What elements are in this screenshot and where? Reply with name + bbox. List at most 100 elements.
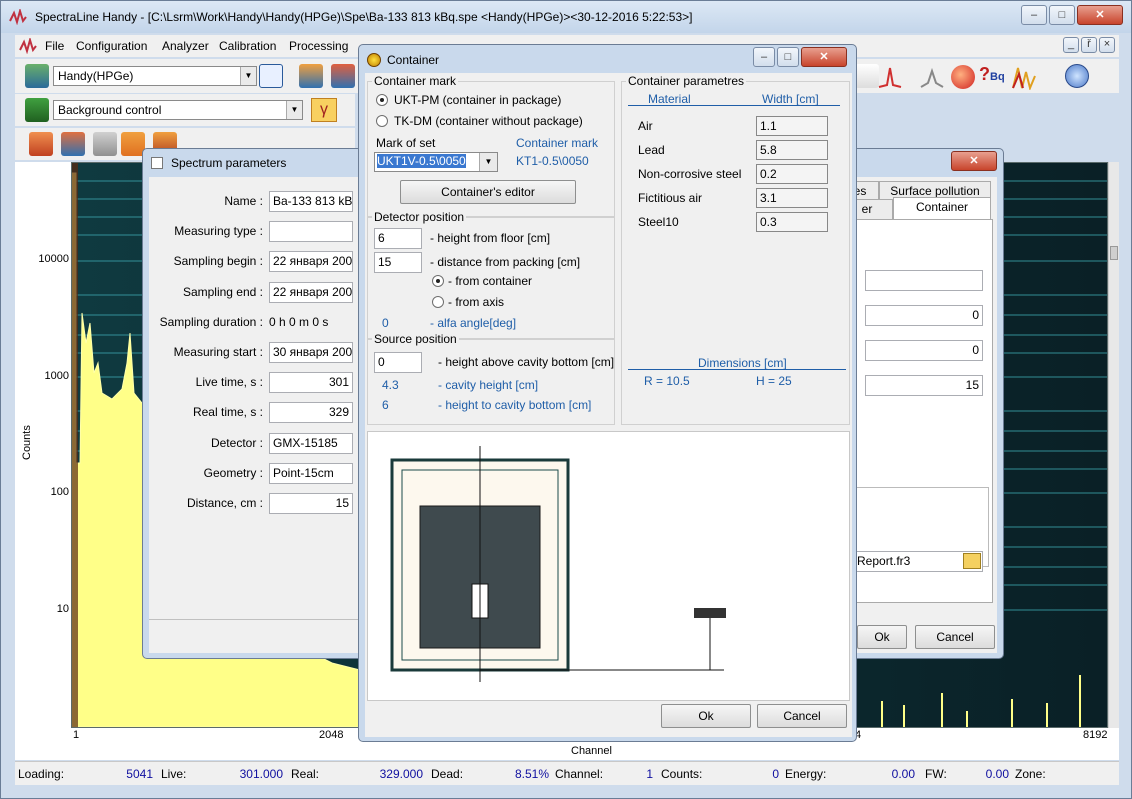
baseline-icon[interactable] (919, 65, 945, 89)
spectrum-param-label: Name : (224, 194, 263, 208)
zone-icon[interactable] (29, 132, 53, 156)
mdi-restore-button[interactable]: ř (1081, 37, 1097, 53)
info-icon[interactable] (1065, 64, 1089, 88)
mark-of-set-combo[interactable]: UKT1V-0.5\0050 ▼ (374, 152, 498, 172)
container-close-button[interactable]: ✕ (801, 47, 847, 67)
device-combo[interactable]: Handy(HPGe) ▼ (53, 66, 257, 86)
container-mark-value: KT1-0.5\0050 (516, 154, 589, 168)
material-width-field[interactable]: 0.2 (756, 164, 828, 184)
spectrum-param-field[interactable]: GMX-15185 (269, 433, 353, 454)
spectrum-param-field[interactable]: 30 января 2007 (269, 342, 353, 363)
folder-open-icon[interactable] (963, 553, 981, 569)
tab-container[interactable]: Container (893, 197, 991, 219)
height-from-floor-input[interactable]: 6 (374, 228, 422, 249)
spectrum-param-field[interactable]: 22 января 2007 (269, 251, 353, 272)
radio-tk-dm[interactable] (376, 115, 388, 127)
list-icon[interactable] (259, 64, 283, 88)
radio-from-container[interactable] (432, 275, 444, 287)
right-field-2[interactable]: 0 (865, 305, 983, 326)
x-axis-label: Channel (571, 745, 612, 757)
spectrum-param-field[interactable]: 301 (269, 372, 353, 393)
y-axis-label: Counts (21, 425, 33, 460)
spectrum-param-label: Sampling duration : (159, 315, 263, 329)
spectrum-param-field[interactable]: Point-15cm (269, 463, 353, 484)
material-name: Non-corrosive steel (638, 167, 742, 181)
source-position-group-title: Source position (372, 332, 459, 346)
status-dead-label: Dead: (431, 767, 464, 781)
zone-list-icon[interactable] (61, 132, 85, 156)
container-parametres-group-title: Container parametres (626, 74, 747, 88)
maximize-button[interactable]: □ (1049, 5, 1075, 25)
spectrum-param-label: Live time, s : (195, 375, 263, 389)
main-window: SpectraLine Handy - [C:\Lsrm\Work\Handy\… (0, 0, 1132, 799)
spectrum-param-label: Sampling begin : (173, 254, 263, 268)
status-counts-label: Counts: (661, 767, 703, 781)
plot-scroll-thumb[interactable] (1110, 246, 1118, 260)
status-zone-label: Zone: (1015, 767, 1046, 781)
toolbar-row-2: Background control ▼ γ (15, 94, 355, 126)
peak-icon[interactable] (877, 65, 903, 89)
height-above-cavity-input[interactable]: 0 (374, 352, 422, 373)
material-width-field[interactable]: 1.1 (756, 116, 828, 136)
open-spectrum-icon[interactable] (299, 64, 323, 88)
height-from-floor-label: - height from floor [cm] (430, 231, 551, 245)
mdi-logo-icon (19, 38, 37, 54)
y-tick-10: 10 (56, 603, 69, 615)
mdi-close-button[interactable]: × (1099, 37, 1115, 53)
y-tick-1000: 1000 (44, 370, 69, 382)
spectrum-param-label: Measuring start : (173, 345, 263, 359)
menu-configuration[interactable]: Configuration (76, 39, 147, 53)
status-dead-value: 8.51% (514, 767, 549, 781)
right-field-3[interactable]: 0 (865, 340, 983, 361)
radio-ukt-pm[interactable] (376, 94, 388, 106)
material-width-field[interactable]: 5.8 (756, 140, 828, 160)
status-energy-value: 0.00 (891, 767, 915, 781)
right-field-4[interactable]: 15 (865, 375, 983, 396)
spectrum-param-field[interactable] (269, 221, 353, 242)
mode-combo[interactable]: Background control ▼ (53, 100, 303, 120)
spectrum-param-field[interactable]: 15 (269, 493, 353, 514)
activity-icon[interactable]: ?Bq (979, 64, 1005, 85)
save-spectrum-icon[interactable] (331, 64, 355, 88)
material-width-field[interactable]: 0.3 (756, 212, 828, 232)
dialog-window-icon (151, 157, 163, 169)
plot-scrollbar[interactable] (1108, 162, 1119, 728)
gamma-button[interactable]: γ (311, 98, 337, 122)
status-energy-label: Energy: (785, 767, 827, 781)
device-icon[interactable] (25, 64, 49, 88)
spectrum-param-field[interactable]: 329 (269, 402, 353, 423)
menu-calibration[interactable]: Calibration (219, 39, 276, 53)
container-mark-group-title: Container mark (372, 74, 459, 88)
radio-tk-dm-label: TK-DM (container without package) (394, 114, 583, 128)
spectrum-parameters-close-button[interactable]: ✕ (951, 151, 997, 171)
background-control-icon[interactable] (25, 98, 49, 122)
status-real-label: Real: (291, 767, 320, 781)
menu-processing[interactable]: Processing (289, 39, 348, 53)
spectrum-param-field[interactable]: 22 января 2007 (269, 282, 353, 303)
menu-analyzer[interactable]: Analyzer (162, 39, 209, 53)
spectrum-parameters-cancel-button[interactable]: Cancel (915, 625, 995, 649)
radio-from-axis[interactable] (432, 296, 444, 308)
zoom-icon[interactable] (855, 64, 879, 88)
zone-gray-icon[interactable] (93, 132, 117, 156)
nuclide-icon[interactable] (951, 65, 975, 89)
spectrum-param-label: Real time, s : (192, 405, 263, 419)
container-maximize-button[interactable]: □ (777, 47, 799, 67)
spectrum-param-field[interactable]: Ba-133 813 kBq (269, 191, 353, 212)
spectrum-compare-icon[interactable] (1011, 64, 1039, 90)
material-header: Material (648, 92, 691, 106)
container-cancel-button[interactable]: Cancel (757, 704, 847, 728)
minimize-button[interactable]: – (1021, 5, 1047, 25)
container-ok-button[interactable]: Ok (661, 704, 751, 728)
mdi-minimize-button[interactable]: _ (1063, 37, 1079, 53)
containers-editor-button[interactable]: Container's editor (400, 180, 576, 204)
close-button[interactable]: ✕ (1077, 5, 1123, 25)
distance-from-packing-input[interactable]: 15 (374, 252, 422, 273)
container-minimize-button[interactable]: – (753, 47, 775, 67)
status-channel-value: 1 (646, 767, 653, 781)
spectrum-parameters-ok-button[interactable]: Ok (857, 625, 907, 649)
material-width-field[interactable]: 3.1 (756, 188, 828, 208)
menu-file[interactable]: File (45, 39, 64, 53)
detector-position-group: Detector position 6 - height from floor … (367, 210, 615, 339)
right-field-1[interactable] (865, 270, 983, 291)
